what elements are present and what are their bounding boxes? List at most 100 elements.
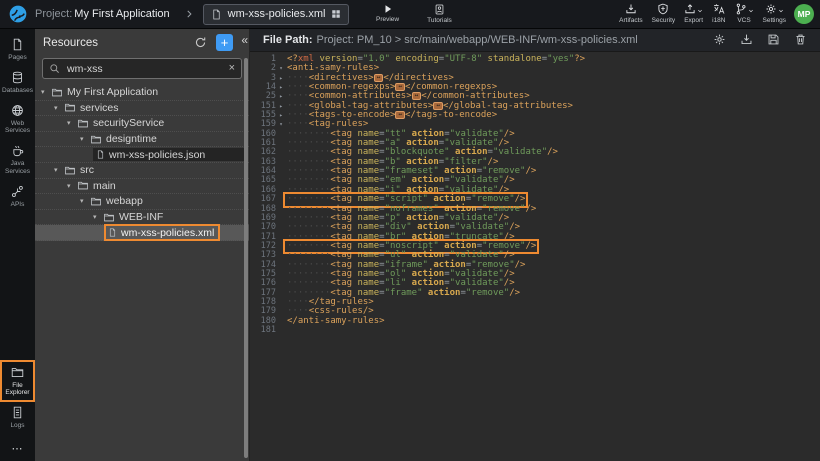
open-file-tab[interactable]: wm-xss-policies.xml bbox=[203, 4, 350, 25]
folder-icon bbox=[64, 102, 76, 113]
caret-down-icon[interactable]: ▾ bbox=[41, 88, 51, 96]
search-icon bbox=[49, 63, 60, 74]
fold-toggle-icon[interactable]: ▸ bbox=[276, 74, 286, 83]
topbar-item-security[interactable]: Security bbox=[652, 3, 675, 24]
caret-down-icon[interactable]: ▾ bbox=[80, 135, 90, 143]
tree-item-wm-xss-policies-xml[interactable]: wm-xss-policies.xml bbox=[35, 225, 249, 241]
fold-toggle-icon[interactable]: ▾ bbox=[276, 120, 286, 129]
item-label: designtime bbox=[106, 133, 157, 145]
item-label: wm-xss-policies.xml bbox=[121, 227, 214, 239]
preview-button[interactable]: Preview bbox=[376, 0, 399, 28]
search-input[interactable] bbox=[65, 62, 224, 76]
item-label: WEB-INF bbox=[119, 211, 163, 223]
collapse-panel-icon[interactable]: « bbox=[241, 33, 248, 47]
topbar-item-artifacts[interactable]: Artifacts bbox=[619, 3, 642, 24]
file-icon bbox=[96, 149, 105, 160]
sidebar-item-logs[interactable]: Logs bbox=[1, 401, 34, 434]
folder-icon bbox=[90, 134, 102, 145]
add-resource-button[interactable]: + bbox=[216, 34, 233, 51]
save-icon[interactable] bbox=[767, 33, 780, 46]
caret-down-icon[interactable]: ▾ bbox=[93, 213, 103, 221]
tree-item-src[interactable]: ▾ src bbox=[35, 163, 249, 179]
caret-down-icon[interactable]: ▾ bbox=[80, 197, 90, 205]
item-label: Security bbox=[652, 17, 675, 24]
item-label: Artifacts bbox=[619, 17, 642, 24]
tree-item-wm-xss-policies-json[interactable]: wm-xss-policies.json bbox=[35, 147, 249, 163]
sidebar-item-file-explorer[interactable]: File Explorer bbox=[1, 361, 34, 402]
item-label: src bbox=[80, 164, 94, 176]
folder-icon bbox=[11, 366, 24, 379]
tutorials-label: Tutorials bbox=[427, 17, 452, 24]
topbar-item-i18n[interactable]: i18N bbox=[712, 3, 725, 24]
item-label: i18N bbox=[712, 17, 725, 24]
fold-toggle-icon[interactable]: ▸ bbox=[276, 92, 286, 101]
file-entry: wm-xss-policies.json bbox=[93, 148, 246, 161]
collapsed-code-widget[interactable]: ↔ bbox=[395, 111, 405, 119]
shield-icon bbox=[657, 3, 669, 15]
more-options-icon[interactable]: ⋯ bbox=[12, 434, 24, 461]
sidebar-item-databases[interactable]: Databases bbox=[1, 66, 34, 99]
topbar-item-settings[interactable]: Settings bbox=[763, 3, 787, 24]
item-label: APIs bbox=[1, 201, 34, 209]
clear-search-icon[interactable]: × bbox=[229, 63, 235, 74]
download-file-icon[interactable] bbox=[740, 33, 753, 46]
tree-item-designtime[interactable]: ▾ designtime bbox=[35, 132, 249, 148]
item-label: Java Services bbox=[1, 160, 34, 176]
logs-icon bbox=[11, 406, 24, 419]
code-line[interactable]: 181 bbox=[250, 326, 820, 335]
item-label: Settings bbox=[763, 17, 787, 24]
caret-down-icon[interactable]: ▾ bbox=[67, 182, 77, 190]
code-editor[interactable]: 1<?xml version="1.0" encoding="UTF-8" st… bbox=[250, 52, 820, 461]
caret-down-icon[interactable]: ▾ bbox=[67, 119, 77, 127]
collapsed-code-widget[interactable]: ↔ bbox=[433, 102, 443, 110]
resources-title: Resources bbox=[43, 37, 194, 49]
topbar: Project:My First Application wm-xss-poli… bbox=[0, 0, 820, 29]
tree-item-my-first-application[interactable]: ▾ My First Application bbox=[35, 85, 249, 101]
folder-icon bbox=[64, 165, 76, 176]
caret-down-icon[interactable]: ▾ bbox=[54, 104, 64, 112]
collapsed-code-widget[interactable]: ↔ bbox=[412, 92, 422, 100]
refresh-icon[interactable] bbox=[194, 36, 207, 49]
fold-toggle-icon[interactable]: ▸ bbox=[276, 83, 286, 92]
grid-menu-icon[interactable] bbox=[331, 9, 341, 19]
tutorials-button[interactable]: Tutorials bbox=[427, 0, 452, 28]
sidebar-item-pages[interactable]: Pages bbox=[1, 33, 34, 66]
fold-toggle-icon[interactable]: ▸ bbox=[276, 111, 286, 120]
tree-item-securityservice[interactable]: ▾securityService bbox=[35, 116, 249, 132]
chevron-down-icon bbox=[697, 8, 703, 14]
tree-item-main[interactable]: ▾ main bbox=[35, 179, 249, 195]
tree-item-webapp[interactable]: ▾webapp bbox=[35, 194, 249, 210]
collapsed-code-widget[interactable]: ↔ bbox=[395, 83, 405, 91]
sidebar-item-java-services[interactable]: Java Services bbox=[1, 139, 34, 180]
book-icon bbox=[434, 4, 445, 15]
topbar-item-export[interactable]: Export bbox=[684, 3, 703, 24]
project-breadcrumb: Project:My First Application bbox=[35, 8, 170, 20]
resources-scrollbar[interactable] bbox=[244, 58, 248, 458]
item-label: main bbox=[93, 180, 116, 192]
code-line[interactable]: 180</anti-samy-rules> bbox=[250, 317, 820, 326]
sidebar-item-web-services[interactable]: Web Services bbox=[1, 99, 34, 140]
settings-gear-icon[interactable] bbox=[713, 33, 726, 46]
item-label: services bbox=[80, 102, 119, 114]
wavemaker-logo-icon[interactable] bbox=[0, 4, 35, 24]
play-icon bbox=[383, 4, 393, 14]
fold-toggle-icon[interactable]: ▸ bbox=[276, 102, 286, 111]
user-avatar[interactable]: MP bbox=[794, 4, 814, 24]
sidebar-item-apis[interactable]: APIs bbox=[1, 180, 34, 213]
fold-toggle-icon[interactable]: ▾ bbox=[276, 64, 286, 73]
tree-item-services[interactable]: ▾ services bbox=[35, 101, 249, 117]
delete-trash-icon[interactable] bbox=[794, 33, 807, 46]
caret-down-icon[interactable]: ▾ bbox=[54, 166, 64, 174]
project-name: My First Application bbox=[74, 8, 169, 20]
item-label: My First Application bbox=[67, 86, 158, 98]
file-icon bbox=[108, 227, 117, 238]
tree-item-web-inf[interactable]: ▾ WEB-INF bbox=[35, 210, 249, 226]
file-icon bbox=[211, 9, 222, 20]
branch-icon bbox=[735, 3, 747, 15]
file-path-bar: File Path: Project: PM_10 > src/main/web… bbox=[250, 28, 820, 52]
item-label: VCS bbox=[737, 17, 750, 24]
topbar-item-vcs[interactable]: VCS bbox=[735, 3, 754, 24]
folder-icon bbox=[103, 212, 115, 223]
collapsed-code-widget[interactable]: ↔ bbox=[374, 74, 384, 82]
preview-label: Preview bbox=[376, 16, 399, 23]
